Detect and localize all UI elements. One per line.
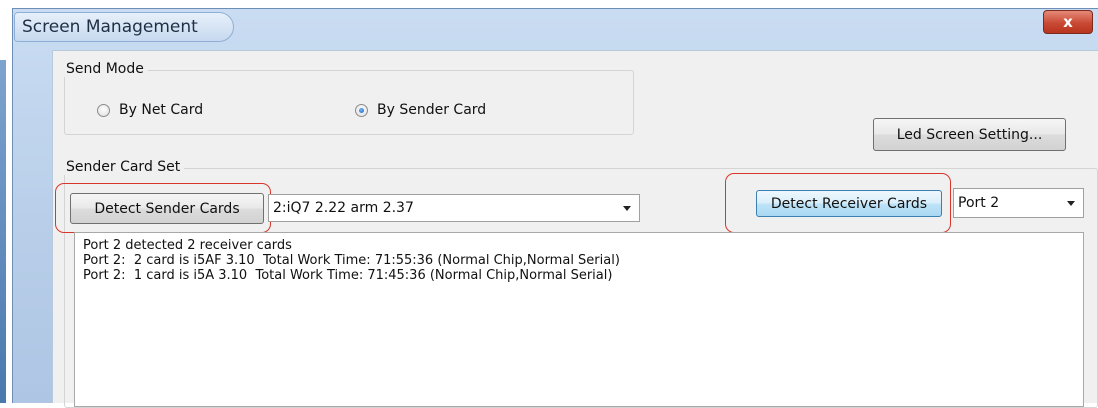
chevron-down-icon[interactable] bbox=[1067, 201, 1075, 206]
close-button[interactable]: x bbox=[1043, 10, 1093, 34]
sender-card-select[interactable]: 2:iQ7 2.22 arm 2.37 bbox=[268, 194, 640, 222]
radio-label: By Net Card bbox=[119, 102, 204, 118]
radio-by-net-card[interactable]: By Net Card bbox=[97, 102, 203, 118]
sender-card-select-value: 2:iQ7 2.22 arm 2.37 bbox=[273, 200, 414, 216]
send-mode-label: Send Mode bbox=[62, 61, 148, 77]
chevron-down-icon[interactable] bbox=[623, 206, 631, 211]
radio-button-selected-icon[interactable] bbox=[355, 103, 368, 117]
sender-card-set-label: Sender Card Set bbox=[62, 159, 185, 175]
port-select-value: Port 2 bbox=[958, 195, 1000, 211]
window-left-edge bbox=[0, 60, 6, 403]
radio-by-sender-card[interactable]: By Sender Card bbox=[355, 102, 486, 118]
log-line: Port 2: 1 card is i5A 3.10 Total Work Ti… bbox=[83, 268, 613, 283]
highlight-annotation bbox=[725, 173, 951, 233]
port-select[interactable]: Port 2 bbox=[953, 188, 1084, 218]
window-title: Screen Management bbox=[22, 17, 198, 37]
log-line: Port 2: 2 card is i5AF 3.10 Total Work T… bbox=[83, 253, 620, 268]
radio-button-icon[interactable] bbox=[97, 103, 110, 117]
highlight-annotation bbox=[55, 183, 271, 233]
detection-log[interactable]: Port 2 detected 2 receiver cards Port 2:… bbox=[74, 232, 1084, 407]
led-screen-setting-button[interactable]: Led Screen Setting... bbox=[873, 118, 1066, 151]
log-line: Port 2 detected 2 receiver cards bbox=[83, 238, 292, 253]
close-icon: x bbox=[1063, 13, 1073, 31]
radio-label: By Sender Card bbox=[377, 102, 487, 118]
